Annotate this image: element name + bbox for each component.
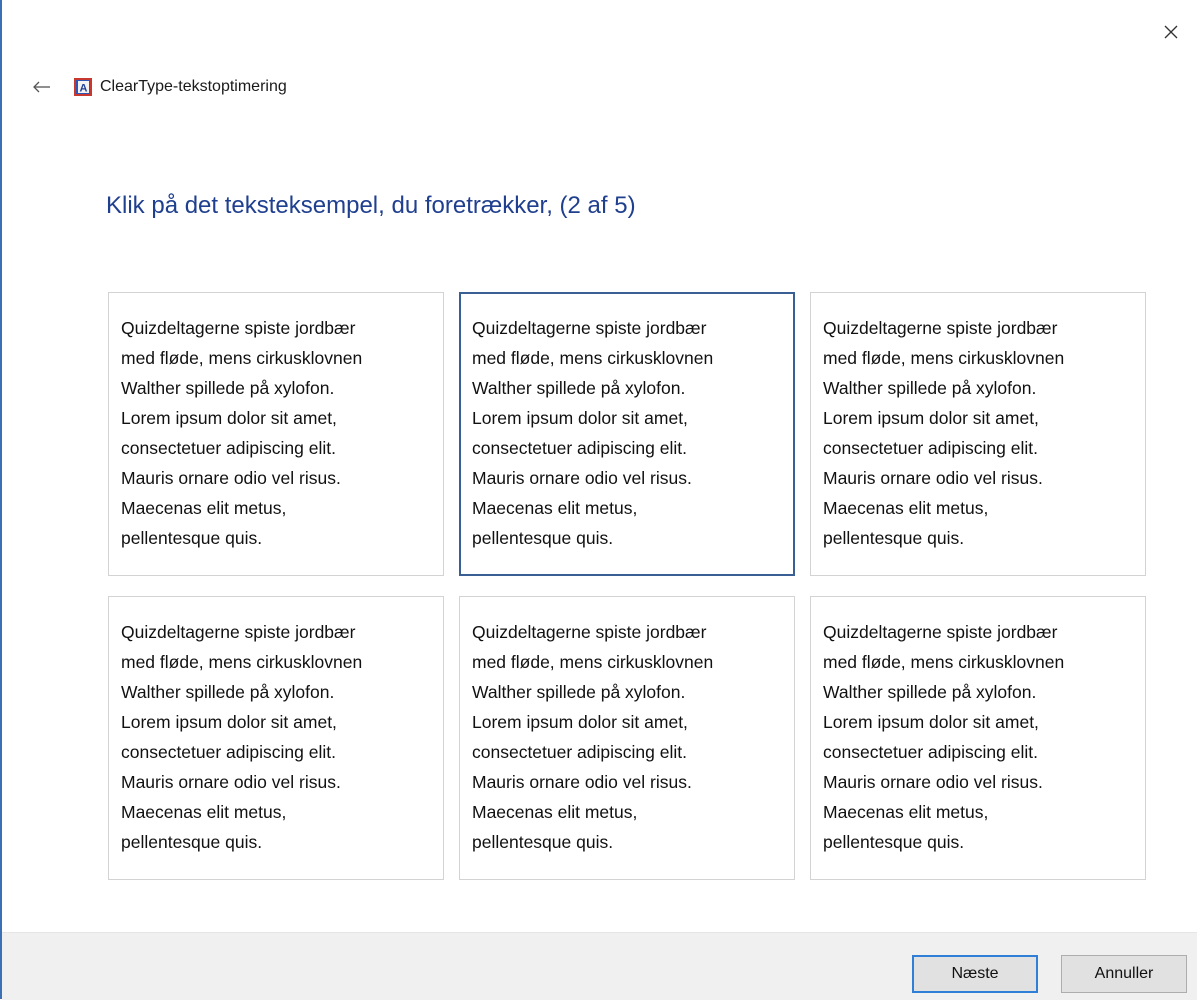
back-button[interactable] — [30, 75, 54, 99]
sample-text: Quizdeltagerne spiste jordbær med fløde,… — [121, 318, 363, 548]
sample-text: Quizdeltagerne spiste jordbær med fløde,… — [472, 318, 714, 548]
sample-text: Quizdeltagerne spiste jordbær med fløde,… — [823, 318, 1065, 548]
sample-text: Quizdeltagerne spiste jordbær med fløde,… — [121, 622, 363, 852]
cleartype-icon: A — [74, 78, 92, 96]
text-sample-4[interactable]: Quizdeltagerne spiste jordbær med fløde,… — [108, 596, 444, 880]
sample-text: Quizdeltagerne spiste jordbær med fløde,… — [823, 622, 1065, 852]
sample-text: Quizdeltagerne spiste jordbær med fløde,… — [472, 622, 714, 852]
text-sample-6[interactable]: Quizdeltagerne spiste jordbær med fløde,… — [810, 596, 1146, 880]
close-icon — [1164, 25, 1178, 39]
text-sample-1[interactable]: Quizdeltagerne spiste jordbær med fløde,… — [108, 292, 444, 576]
close-button[interactable] — [1153, 14, 1189, 50]
cancel-button[interactable]: Annuller — [1061, 955, 1187, 993]
text-sample-5[interactable]: Quizdeltagerne spiste jordbær med fløde,… — [459, 596, 795, 880]
titlebar: A ClearType-tekstoptimering — [30, 72, 287, 102]
text-sample-2-selected[interactable]: Quizdeltagerne spiste jordbær med fløde,… — [459, 292, 795, 576]
window-title: ClearType-tekstoptimering — [100, 78, 287, 95]
cleartype-wizard-window: A ClearType-tekstoptimering Klik på det … — [0, 0, 1197, 1000]
svg-text:A: A — [80, 83, 88, 95]
next-button[interactable]: Næste — [912, 955, 1038, 993]
text-sample-3[interactable]: Quizdeltagerne spiste jordbær med fløde,… — [810, 292, 1146, 576]
footer-bar: Næste Annuller — [2, 932, 1197, 1000]
page-heading: Klik på det teksteksempel, du foretrække… — [106, 192, 636, 219]
arrow-left-icon — [33, 81, 50, 93]
